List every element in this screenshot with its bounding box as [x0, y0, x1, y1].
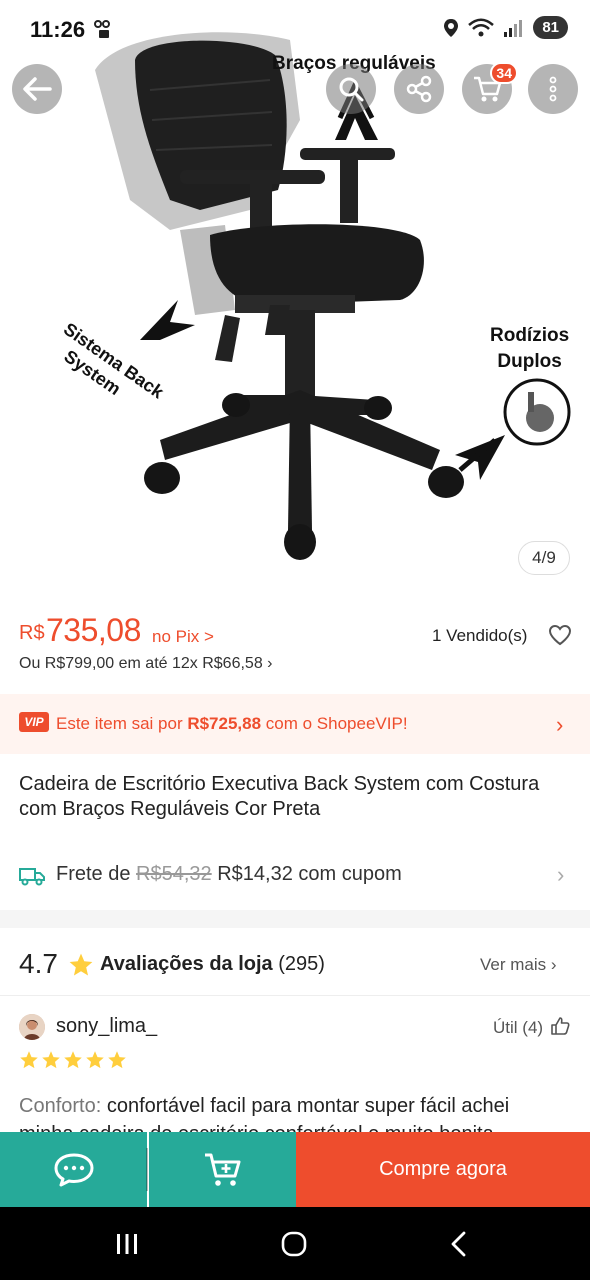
image-counter: 4/9 — [518, 541, 570, 575]
star-icon — [69, 953, 93, 976]
review-key: Conforto: — [19, 1095, 102, 1117]
reviews-label: Avaliações da loja (295) — [100, 953, 325, 976]
action-separator — [146, 1148, 148, 1191]
back-button[interactable] — [12, 64, 62, 114]
battery-indicator: 81 — [533, 16, 568, 39]
star-icon — [42, 1051, 60, 1069]
annotation-wheels-line1: Rodízios — [490, 325, 570, 346]
review-body: confortável facil para montar super fáci… — [101, 1095, 510, 1117]
reviews-label-text: Avaliações da loja — [100, 953, 273, 975]
home-icon[interactable] — [280, 1230, 308, 1258]
recent-apps-icon[interactable] — [113, 1232, 141, 1256]
share-icon — [406, 75, 432, 103]
review-username: sony_lima_ — [56, 1015, 158, 1037]
star-icon — [20, 1051, 38, 1069]
vip-chevron-icon: › — [556, 712, 564, 737]
share-button[interactable] — [394, 64, 444, 114]
star-icon — [64, 1051, 82, 1069]
see-more-link[interactable]: Ver mais › — [480, 955, 557, 975]
more-options-button[interactable] — [528, 64, 578, 114]
vip-text-before: Este item sai por — [56, 714, 188, 733]
product-title: Cadeira de Escritório Executiva Back Sys… — [19, 773, 540, 820]
separator — [0, 995, 590, 996]
search-icon — [339, 77, 364, 102]
review-stars — [19, 1050, 127, 1070]
wifi-icon — [468, 18, 495, 36]
price-currency: R$ — [19, 622, 45, 644]
status-icons: 81 — [443, 16, 568, 39]
status-bar: 11:26 81 — [0, 0, 590, 58]
cart-button[interactable]: 34 — [462, 62, 518, 114]
pix-link[interactable]: no Pix > — [152, 627, 214, 647]
avatar — [19, 1014, 45, 1040]
add-to-cart-button[interactable] — [149, 1132, 296, 1207]
vip-price: R$725,88 — [187, 714, 262, 733]
lock-icon — [94, 20, 110, 38]
chat-icon — [54, 1153, 93, 1186]
add-to-cart-icon — [204, 1153, 240, 1186]
more-icon — [549, 76, 557, 102]
star-icon — [108, 1051, 126, 1069]
section-divider — [0, 910, 590, 928]
signal-icon — [504, 19, 523, 37]
search-button[interactable] — [326, 64, 376, 114]
review-text: Conforto: confortável facil para montar … — [19, 1095, 579, 1118]
useful-count[interactable]: Útil (4) — [493, 1018, 543, 1038]
star-icon — [86, 1051, 104, 1069]
shipping-new-price: R$14,32 com cupom — [211, 863, 402, 885]
shipping-text: Frete de R$54,32 R$14,32 com cupom — [56, 863, 402, 886]
annotation-wheels-line2: Duplos — [497, 351, 562, 372]
truck-icon — [19, 868, 45, 886]
vip-text-after: com o ShopeeVIP! — [261, 714, 408, 733]
back-arrow-icon — [23, 77, 52, 101]
chat-button[interactable] — [0, 1132, 147, 1207]
vip-badge: VIP — [19, 712, 49, 732]
buy-now-button[interactable]: Compre agora — [296, 1132, 590, 1207]
nav-back-icon[interactable] — [448, 1230, 470, 1258]
vip-text: Este item sai por R$725,88 com o ShopeeV… — [56, 714, 408, 734]
shipping-chevron-icon: › — [557, 862, 565, 887]
heart-icon[interactable] — [548, 624, 572, 646]
annotation-wheels: Rodízios Duplos — [490, 323, 569, 375]
status-time: 11:26 — [30, 17, 86, 42]
shipping-old-price: R$54,32 — [136, 863, 212, 885]
sold-count: 1 Vendido(s) — [432, 626, 528, 645]
location-icon — [444, 18, 459, 37]
shipping-prefix: Frete de — [56, 863, 137, 885]
shop-rating: 4.7 — [19, 948, 58, 979]
reviews-count: (295) — [272, 953, 325, 975]
cart-count-badge: 34 — [490, 62, 518, 84]
price-value: 735,08 — [46, 612, 141, 648]
installments-link[interactable]: Ou R$799,00 em até 12x R$66,58 › — [19, 655, 273, 673]
thumbs-up-icon[interactable] — [550, 1016, 570, 1036]
